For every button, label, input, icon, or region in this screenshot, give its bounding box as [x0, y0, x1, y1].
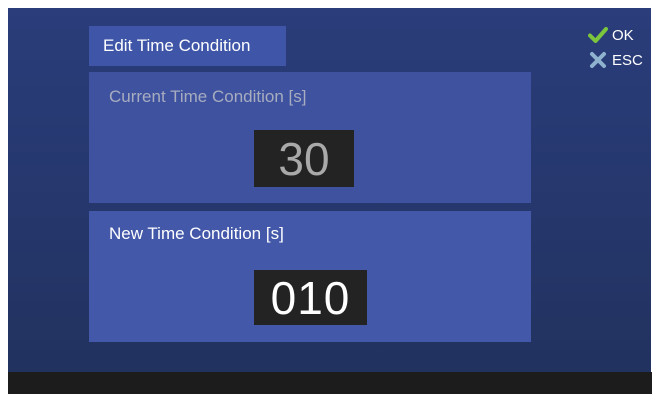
bottom-bar: [8, 372, 652, 394]
check-icon: [588, 25, 608, 45]
current-time-label: Current Time Condition [s]: [109, 87, 307, 106]
esc-button[interactable]: ESC: [588, 50, 643, 70]
cross-icon: [588, 50, 608, 70]
dialog-title: Edit Time Condition: [89, 26, 286, 66]
screen: Edit Time Condition Current Time Conditi…: [8, 8, 652, 394]
esc-label: ESC: [612, 51, 643, 69]
new-time-input[interactable]: 010: [254, 270, 367, 325]
current-time-panel: Current Time Condition [s] 30: [89, 72, 531, 203]
ok-label: OK: [612, 26, 634, 44]
current-time-value: 30: [254, 130, 354, 187]
display-area: Edit Time Condition Current Time Conditi…: [8, 8, 651, 372]
new-time-label: New Time Condition [s]: [109, 224, 284, 243]
new-time-panel: New Time Condition [s] 010: [89, 211, 531, 342]
ok-button[interactable]: OK: [588, 25, 634, 45]
